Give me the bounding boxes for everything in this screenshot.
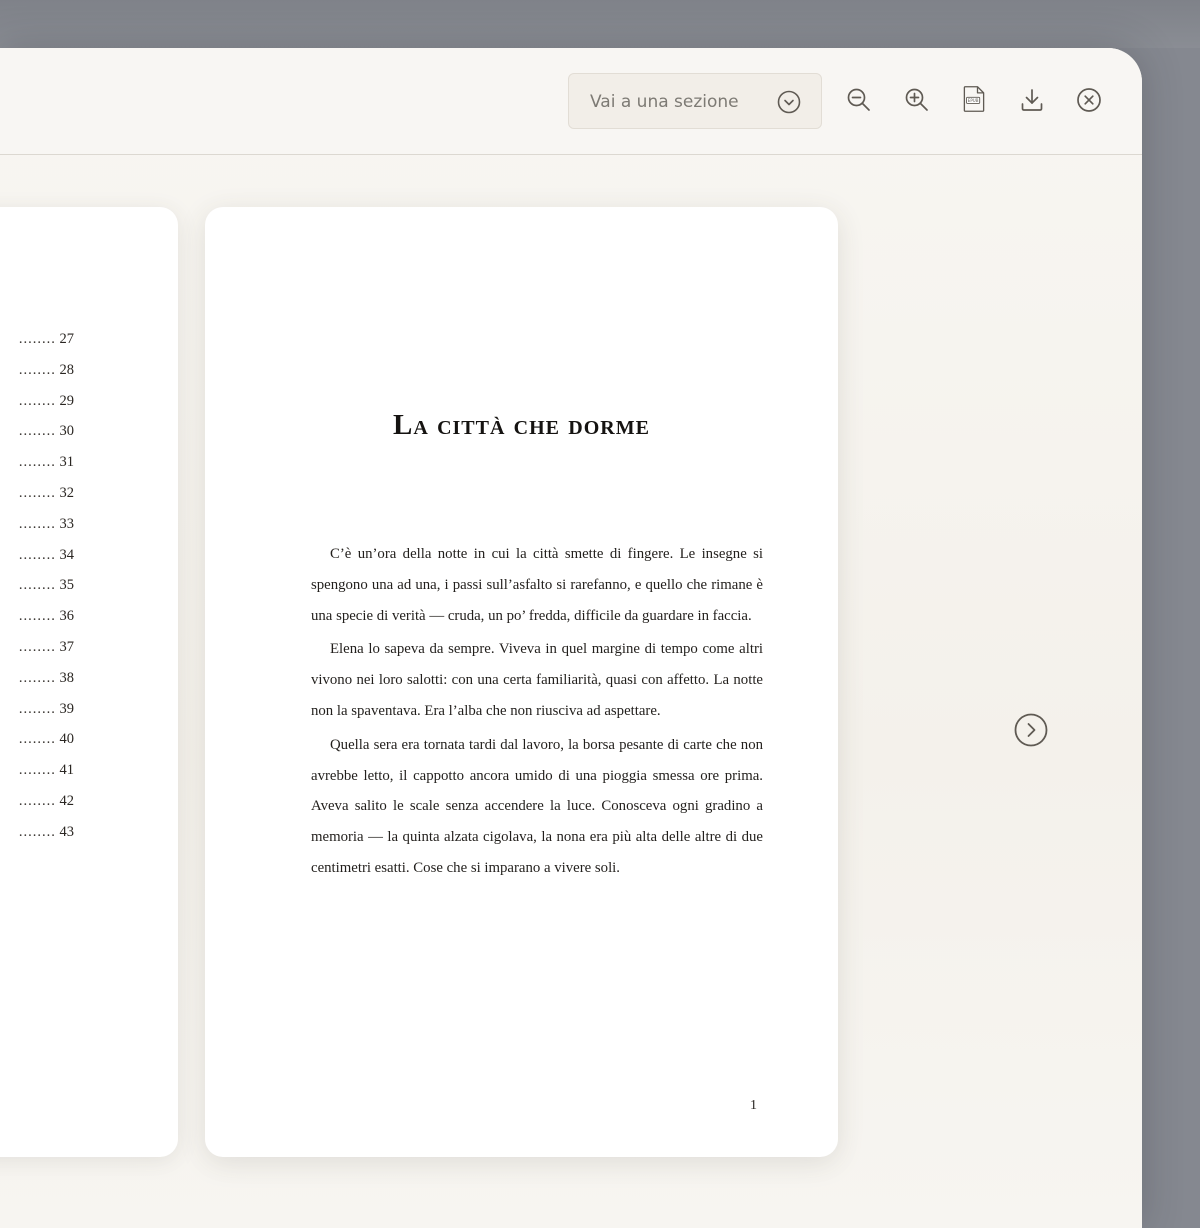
toc-page-number: 32 bbox=[59, 485, 75, 501]
zoom-in-icon bbox=[905, 88, 928, 111]
chapter-title: La città che dorme bbox=[393, 409, 650, 441]
toc-entry[interactable]: ........ 40 bbox=[0, 731, 74, 748]
paragraph: Quella sera era tornata tardi dal lavoro… bbox=[311, 736, 763, 876]
toc-leader-dots: ........ bbox=[18, 454, 56, 471]
zoom-in-button[interactable] bbox=[903, 86, 931, 114]
toc-page-number: 30 bbox=[59, 423, 75, 440]
reader-toolbar: Vai a una sezione EPUB bbox=[0, 48, 1142, 155]
toc-entry[interactable]: ........ 36 bbox=[0, 608, 74, 625]
toc-page-number: 31 bbox=[59, 454, 75, 471]
toc-page-number: 28 bbox=[59, 361, 75, 378]
toc-entry[interactable]: ........ 29 bbox=[0, 393, 74, 410]
table-of-contents-page: ........ 27........ 28........ 29.......… bbox=[0, 207, 178, 1157]
toc-page-number: 33 bbox=[59, 515, 75, 532]
toc-leader-dots: ........ bbox=[18, 361, 56, 378]
toc-entry[interactable]: ........ 39 bbox=[0, 701, 74, 718]
toc-leader-dots: ........ bbox=[18, 700, 56, 717]
toc-leader-dots: ........ bbox=[18, 731, 56, 748]
toc-leader-dots: ........ bbox=[18, 485, 56, 501]
toc-entry[interactable]: ........ 31 bbox=[0, 454, 74, 471]
toc-entry[interactable]: ........ 37 bbox=[0, 639, 74, 656]
zoom-out-button[interactable] bbox=[845, 86, 873, 114]
toc-entry[interactable]: ........ 42 bbox=[0, 793, 74, 810]
toc-entry[interactable]: ........ 38 bbox=[0, 670, 74, 687]
toc-entry[interactable]: ........ 41 bbox=[0, 762, 74, 779]
toc-leader-dots: ........ bbox=[18, 793, 56, 809]
toc-page-number: 39 bbox=[59, 700, 75, 717]
zoom-out-icon bbox=[847, 88, 870, 111]
toc-page-number: 43 bbox=[59, 823, 75, 840]
toc-entry[interactable]: ........ 34 bbox=[0, 547, 74, 564]
toc-leader-dots: ........ bbox=[18, 608, 56, 625]
epub-file-icon: EPUB bbox=[963, 86, 985, 112]
chapter-body: C’è un’ora della notte in cui la città s… bbox=[311, 539, 763, 887]
toc-leader-dots: ........ bbox=[18, 823, 56, 840]
toc-page-number: 27 bbox=[59, 331, 75, 347]
next-page-button[interactable] bbox=[1013, 712, 1049, 748]
chevron-right-circle-icon bbox=[1014, 713, 1048, 747]
toc-page-number: 38 bbox=[59, 669, 75, 686]
toc-page-number: 37 bbox=[59, 639, 75, 655]
paragraph: Elena lo sapeva da sempre. Viveva in que… bbox=[311, 641, 763, 719]
toc-entry[interactable]: ........ 32 bbox=[0, 485, 74, 502]
toc-entry[interactable]: ........ 28 bbox=[0, 362, 74, 379]
toc-leader-dots: ........ bbox=[18, 515, 56, 532]
toc-entry[interactable]: ........ 35 bbox=[0, 577, 74, 594]
toc-leader-dots: ........ bbox=[18, 423, 56, 440]
close-circle-icon bbox=[1077, 88, 1101, 112]
chapter-page: La città che dorme C’è un’ora della nott… bbox=[205, 207, 838, 1157]
toc-leader-dots: ........ bbox=[18, 392, 56, 409]
toc-page-number: 34 bbox=[59, 546, 75, 563]
section-select-placeholder: Vai a una sezione bbox=[590, 92, 739, 112]
epub-button[interactable]: EPUB bbox=[960, 85, 988, 113]
download-icon bbox=[1021, 89, 1043, 111]
close-button[interactable] bbox=[1075, 86, 1103, 114]
toc-entry[interactable]: ........ 33 bbox=[0, 516, 74, 533]
desktop-backdrop bbox=[0, 0, 1200, 48]
toc-entry[interactable]: ........ 43 bbox=[0, 824, 74, 841]
toc-leader-dots: ........ bbox=[18, 669, 56, 686]
section-select[interactable]: Vai a una sezione bbox=[568, 73, 822, 129]
toc-leader-dots: ........ bbox=[18, 577, 56, 594]
toc-page-number: 42 bbox=[59, 793, 75, 809]
toc-page-number: 35 bbox=[59, 577, 75, 594]
toc-leader-dots: ........ bbox=[18, 639, 56, 655]
toc-leader-dots: ........ bbox=[18, 762, 56, 779]
toc-page-number: 41 bbox=[59, 762, 75, 779]
page-number: 1 bbox=[750, 1098, 757, 1113]
epub-label: EPUB bbox=[968, 98, 979, 103]
toc-page-number: 40 bbox=[59, 731, 75, 748]
toc-entry[interactable]: ........ 27 bbox=[0, 331, 74, 348]
paragraph: C’è un’ora della notte in cui la città s… bbox=[311, 546, 763, 624]
toc-page-number: 36 bbox=[59, 608, 75, 625]
toc-leader-dots: ........ bbox=[18, 546, 56, 563]
reader-window: Vai a una sezione EPUB ........ 27 .....… bbox=[0, 48, 1142, 1228]
toc-entry[interactable]: ........ 30 bbox=[0, 423, 74, 440]
toc-leader-dots: ........ bbox=[18, 331, 56, 347]
toc-page-number: 29 bbox=[59, 392, 75, 409]
download-button[interactable] bbox=[1018, 86, 1046, 114]
chevron-down-circle-icon bbox=[777, 90, 801, 114]
